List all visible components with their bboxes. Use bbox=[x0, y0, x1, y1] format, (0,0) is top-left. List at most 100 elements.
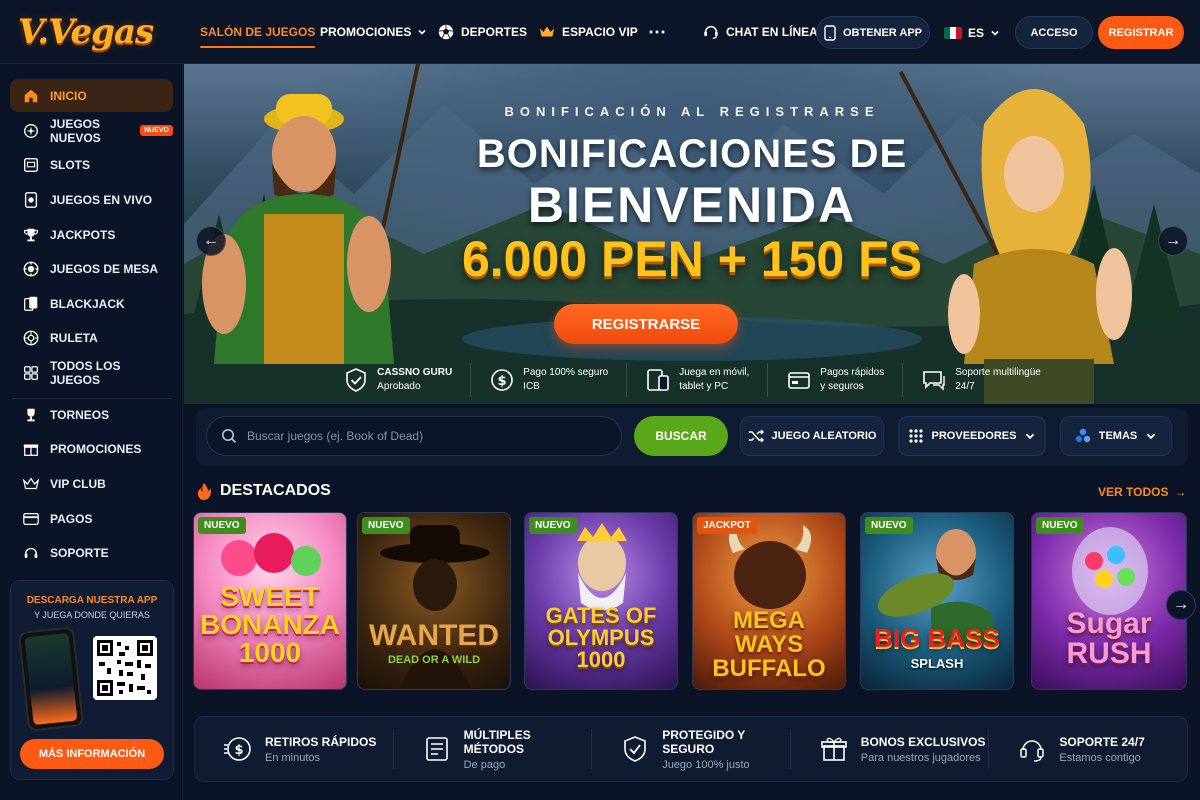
hero-prev-button[interactable]: ← bbox=[196, 226, 226, 256]
nav-casino[interactable]: Salón de juegos bbox=[200, 0, 316, 64]
language-selector[interactable]: ES bbox=[944, 16, 1000, 49]
feature-item: CASSNO GURU Aprobado bbox=[325, 363, 470, 397]
game-title: SWEET BONANZA 1000 bbox=[200, 581, 340, 668]
nav-vip[interactable]: Espacio VIP bbox=[538, 0, 638, 64]
game-tag: Nuevo bbox=[1036, 517, 1084, 534]
sidebar-item-label: Torneos bbox=[50, 407, 110, 422]
hero-eyebrow: Bonificación al registrarse bbox=[504, 104, 880, 119]
game-title: WANTED bbox=[369, 619, 499, 652]
game-tag: Nuevo bbox=[362, 517, 410, 534]
sidebar-item-roulette[interactable]: Ruleta bbox=[10, 321, 173, 354]
themes-dropdown[interactable]: Temas bbox=[1060, 416, 1172, 456]
get-app-button[interactable]: Obtener App bbox=[816, 16, 930, 49]
sidebar-item-support[interactable]: Soporte bbox=[10, 536, 173, 569]
roulette-icon bbox=[23, 330, 39, 345]
grid-icon bbox=[24, 365, 38, 380]
game-subtitle: DEAD OR A WILD bbox=[387, 654, 481, 666]
sidebar-item-label: Todos los juegos bbox=[50, 358, 121, 387]
hero-next-button[interactable]: → bbox=[1158, 226, 1188, 256]
login-button[interactable]: Acceso bbox=[1015, 16, 1093, 49]
see-all-label: Ver todos bbox=[1098, 485, 1169, 499]
chat-support-icon bbox=[704, 25, 718, 39]
dollar-icon: $ bbox=[491, 369, 513, 391]
sidebar-item-label: Juegos Nuevos bbox=[50, 116, 101, 145]
benefit-subtitle: Para nuestros jugadores bbox=[860, 751, 981, 764]
see-all-link[interactable]: Ver todos → bbox=[1098, 485, 1186, 499]
more-menu-button[interactable]: ⋯ bbox=[648, 0, 666, 64]
more-info-button[interactable]: Más información bbox=[20, 739, 164, 769]
benefit-item: Protegido y seguro Juego 100% justo bbox=[591, 728, 790, 771]
sidebar-item-home[interactable]: Inicio bbox=[10, 79, 173, 112]
feature-item: Pagos rápidos y seguros bbox=[767, 363, 902, 397]
sidebar-item-tournaments[interactable]: Torneos bbox=[10, 398, 173, 431]
sidebar-item-all-games[interactable]: Todos los juegos bbox=[10, 356, 173, 389]
search-icon bbox=[222, 429, 237, 444]
benefit-title: Múltiples métodos bbox=[463, 727, 531, 756]
feature-item: Juega en móvil, tablet y PC bbox=[626, 363, 767, 397]
game-card[interactable]: Nuevo WANTED DEAD OR A WILD bbox=[357, 512, 511, 690]
shuffle-icon bbox=[748, 429, 764, 443]
new-badge: Nuevo bbox=[140, 125, 173, 136]
benefit-item: $ Retiros rápidos En minutos bbox=[195, 729, 393, 769]
random-game-button[interactable]: Juego aleatorio bbox=[740, 416, 884, 456]
nav-sports[interactable]: Deportes bbox=[437, 0, 527, 64]
game-tag: Nuevo bbox=[865, 517, 913, 534]
home-icon bbox=[24, 89, 38, 102]
random-game-label: Juego aleatorio bbox=[771, 430, 877, 442]
benefits-bar: $ Retiros rápidos En minutos Múltiples mé… bbox=[194, 716, 1188, 782]
sparkle-icon bbox=[24, 123, 38, 138]
wallet-icon bbox=[788, 372, 811, 389]
sidebar-item-jackpots[interactable]: Jackpots bbox=[10, 218, 173, 251]
register-button[interactable]: Registrar bbox=[1098, 16, 1184, 49]
providers-dropdown[interactable]: Proveedores bbox=[898, 416, 1046, 456]
mexico-flag-icon bbox=[944, 26, 962, 39]
trophy-icon bbox=[24, 228, 38, 241]
benefit-item: Soporte 24/7 Estamos contigo bbox=[988, 729, 1187, 769]
sidebar-item-promotions[interactable]: Promociones bbox=[10, 432, 173, 465]
search-input[interactable] bbox=[247, 429, 607, 443]
sidebar-item-blackjack[interactable]: Blackjack bbox=[10, 287, 173, 320]
live-chat-button[interactable]: Chat en línea bbox=[702, 0, 818, 64]
sidebar-item-payments[interactable]: Pagos bbox=[10, 502, 173, 535]
game-title: GATES OF OLYMPUS 1000 bbox=[545, 603, 657, 672]
game-tag: Nuevo bbox=[198, 517, 246, 534]
game-card[interactable]: Nuevo BIG BASS SPLASH bbox=[860, 512, 1014, 690]
game-card[interactable]: Nuevo GATES OF OLYMPUS 1000 bbox=[524, 512, 678, 690]
app-download-card: Descarga nuestra app y juega donde quier… bbox=[10, 580, 174, 780]
game-card[interactable]: Jackpot MEGA WAYS BUFFALO bbox=[692, 512, 846, 690]
crown-icon bbox=[539, 26, 555, 37]
benefit-item: Bonos exclusivos Para nuestros jugadores bbox=[789, 729, 989, 769]
feature-line2: 24/7 bbox=[955, 381, 975, 392]
chevron-down-icon bbox=[1026, 433, 1035, 440]
game-card[interactable]: Nuevo SWEET BONANZA 1000 bbox=[193, 512, 347, 690]
hero-register-button[interactable]: Registrarse bbox=[554, 304, 738, 344]
sidebar-item-new-games[interactable]: Juegos Nuevos Nuevo bbox=[10, 114, 173, 147]
cards-icon bbox=[24, 296, 38, 311]
sidebar-item-live[interactable]: Juegos en vivo bbox=[10, 183, 173, 216]
feature-line1: Juega en móvil, bbox=[679, 367, 750, 378]
sidebar-item-table-games[interactable]: Juegos de mesa bbox=[10, 252, 173, 285]
game-card[interactable]: Nuevo Sugar RUSH bbox=[1031, 512, 1187, 690]
search-button[interactable]: Buscar bbox=[634, 416, 728, 456]
nav-promotions[interactable]: Promociones bbox=[320, 0, 427, 64]
chevron-down-icon bbox=[1147, 433, 1156, 440]
fast-money-icon: $ bbox=[224, 737, 251, 761]
sidebar-item-label: Juegos de mesa bbox=[50, 261, 159, 276]
gift-icon bbox=[23, 444, 39, 456]
hero-banner[interactable]: Bonificación al registrarse Bonificacion… bbox=[184, 64, 1200, 404]
sidebar-item-slots[interactable]: Slots bbox=[10, 148, 173, 181]
brand-logo[interactable]: V.Vegas bbox=[18, 10, 158, 54]
crown-icon bbox=[22, 476, 40, 489]
sidebar-item-vip-club[interactable]: VIP Club bbox=[10, 467, 173, 500]
benefit-subtitle: De pago bbox=[463, 758, 506, 771]
feature-item: Soporte multilingüe 24/7 bbox=[902, 363, 1059, 397]
game-title: BIG BASS bbox=[874, 623, 1000, 653]
qr-code[interactable] bbox=[93, 636, 157, 700]
shield-check-icon bbox=[624, 736, 646, 762]
feature-line2: tablet y PC bbox=[679, 381, 729, 392]
devices-icon bbox=[647, 369, 670, 391]
search-field[interactable] bbox=[206, 416, 622, 456]
sidebar-item-label: Jackpots bbox=[50, 227, 116, 242]
hero-features: CASSNO GURU Aprobado $ Pago 100% seguro IC… bbox=[184, 356, 1200, 404]
game-tag: Nuevo bbox=[529, 517, 577, 534]
